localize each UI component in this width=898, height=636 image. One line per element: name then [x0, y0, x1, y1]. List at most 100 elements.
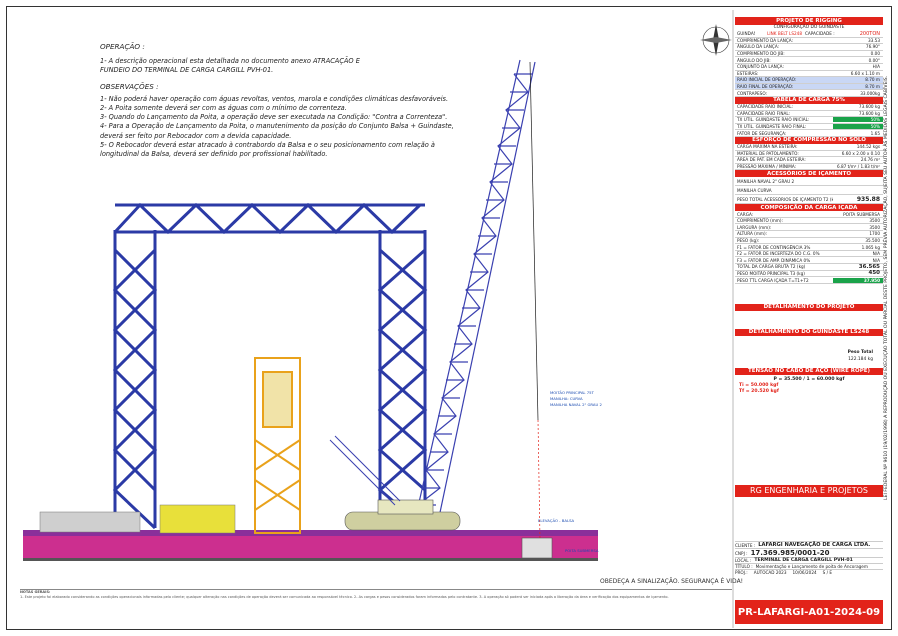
param-val: 8.70 m	[865, 84, 880, 90]
load-key: FATOR DE SEGURANÇA:	[737, 130, 787, 136]
client-label: CLIENTE :	[735, 542, 756, 548]
load-key: CAPACIDADE RAIO INICIAL:	[737, 104, 794, 110]
param-key: ÂNGULO DA LANÇA:	[737, 44, 780, 50]
soil-val: 6.60 x 2.00 x 0.10	[841, 150, 880, 156]
soil-val: 144.52 kgs	[856, 144, 880, 150]
accessory-total-label: PESO TOTAL ACESSÓRIOS DE IÇAMENTO T2 (kg…	[737, 196, 833, 202]
param-val: 0.00°	[868, 57, 880, 63]
crane-row: GUINDASTE: LINK BELT LS248 CAPACIDADE : …	[735, 31, 883, 38]
param-val: 33.53	[868, 37, 880, 43]
client-name: LAFARGI NAVEGAÇÃO DE CARGA LTDA.	[758, 542, 871, 548]
param-val: 6.60 x 1.10 m	[850, 70, 880, 76]
container-yellow	[159, 504, 236, 534]
accessory-item: MANILHA NAVAL 2" GRAU 2	[737, 178, 795, 184]
crane-detail-body: Peso Total 122.184 kg	[735, 336, 883, 368]
local-value: TERMINAL DE CARGA CARGILL PVH-01	[754, 558, 853, 563]
comp-val: 37.950	[833, 277, 883, 283]
param-key: ESTEIRAS:	[737, 70, 759, 76]
load-val: 1.65	[870, 130, 880, 136]
comp-val: POITA SUBMERSA	[843, 211, 880, 217]
notes-text: 1- Este projeto foi elaborado consideran…	[20, 594, 669, 599]
copyright-notice: LEI FEDERAL Nº 9610 (19/02/1998) A REPRO…	[884, 75, 889, 500]
compass-rose	[700, 24, 732, 56]
weight-total-label: Peso Total	[847, 349, 873, 355]
accessory-total: 935.88	[856, 195, 880, 203]
comp-key: PESO TTL CARGA IÇADA T=T1+T2	[737, 277, 809, 283]
param-key: COMPRIMENTO DA LANÇA:	[737, 37, 793, 43]
comp-key: CARGA:	[737, 211, 754, 217]
local-label: LOCAL :	[735, 558, 752, 563]
barge-deck	[23, 536, 598, 558]
barge-waterline	[23, 558, 598, 561]
project-value: AUTOCAD 2023	[753, 570, 787, 575]
label-shackle: MANILHA NAVAL 2" GRAU 2	[550, 402, 602, 407]
param-key: CONJUNTO DA LANÇA:	[737, 64, 784, 70]
title-label: TÍTULO :	[735, 564, 753, 569]
comp-key: ALTURA (mm):	[737, 231, 768, 237]
crawler-crane	[329, 435, 461, 531]
rigging-table: PROJETO DE RIGGING CONFIGURAÇÃO DO GUIND…	[735, 17, 883, 397]
comp-key: F1 = FATOR DE CONTINGÊNCIA 3%	[737, 244, 811, 250]
cnpj-value: 17.369.985/0001-20	[750, 549, 830, 557]
soil-val: 6.87 t/m² / 1.83 t/m²	[836, 163, 880, 169]
drawing-sheet: { "operation": { "heading": "OPERAÇÃO :"…	[0, 0, 898, 636]
project-label: PROJ.:	[735, 570, 748, 575]
crane-label: GUINDASTE:	[737, 31, 755, 37]
param-val: 33.000kg	[860, 90, 880, 96]
capacity-label: CAPACIDADE :	[805, 31, 835, 37]
accessory-item: MANILHA CURVA	[737, 187, 772, 193]
param-val: H/A	[872, 64, 880, 70]
soil-val: 24.76 m²	[860, 157, 880, 163]
poita-block	[521, 537, 553, 559]
load-val: 73.600 kg	[858, 110, 880, 116]
hoist-rope	[529, 61, 539, 421]
param-key: CONTRAPESO:	[737, 90, 767, 96]
comp-val: 3500	[869, 218, 880, 224]
comp-key: F2 = FATOR DE INCERTEZA DO C.G. 0%	[737, 251, 820, 257]
composition-header: COMPOSIÇÃO DA CARGA IÇADA	[735, 204, 883, 212]
load-val: 50%	[833, 117, 883, 123]
soil-key: ÁREA DE PAT. EM CADA ESTEIRA:	[737, 157, 806, 163]
cnpj-label: CNPJ :	[735, 550, 748, 556]
param-key: RAIO FINAL DE OPERAÇÃO:	[737, 84, 794, 90]
load-key: CAPACIDADE RAIO FINAL:	[737, 110, 791, 116]
project-detail-header: DETALHAMENTO DO PROJETO	[735, 303, 883, 311]
load-val: 50%	[833, 124, 883, 130]
comp-key: COMPRIMENTO (mm):	[737, 218, 783, 224]
crane-model: LINK BELT LS248	[767, 31, 802, 37]
comp-val: N/A	[872, 257, 880, 263]
project-detail-body	[735, 311, 883, 329]
comp-val: 1.065 kg	[861, 244, 880, 250]
label-poita: POITA SUBMERSA	[565, 548, 599, 553]
comp-val: 450	[868, 270, 880, 277]
signatures-area	[735, 497, 883, 541]
soil-header: ESFORÇO DE COMPRESSÃO NO SOLO	[735, 136, 883, 144]
crane-boom	[414, 59, 536, 523]
load-key: TX UTIL. GUINDASTE RAIO INICIAL:	[737, 117, 810, 123]
rigging-header: PROJETO DE RIGGING	[735, 17, 883, 25]
comp-key: PESO (kg):	[737, 237, 760, 243]
label-block: MOITÃO PRINCIPAL 75T MANILHA: CURVA MANI…	[550, 390, 630, 408]
title-value: Movimentação e Lançamento de poita de An…	[755, 564, 868, 569]
date-value: 10/06/2024	[792, 570, 817, 575]
accessories-header: ACESSÓRIOS DE IÇAMENTO	[735, 170, 883, 178]
param-key: COMPRIMENTO DO JIB:	[737, 51, 785, 57]
comp-val: 3500	[869, 224, 880, 230]
comp-key: TOTAL DA CARGA BRUTA T2 (kg)	[737, 264, 806, 270]
param-key: ÂNGULO DO JIB:	[737, 57, 771, 63]
load-table-header: TABELA DE CARGA 75%	[735, 96, 883, 104]
comp-val: 1700	[869, 231, 880, 237]
load-frame	[254, 357, 301, 534]
capacity-value: 200TON	[859, 30, 880, 37]
comp-val: 35.500	[865, 237, 880, 243]
load-key: TX UTIL. GUINDASTE RAIO FINAL:	[737, 124, 807, 130]
crane-detail-header: DETALHAMENTO DO GUINDASTE LS248	[735, 328, 883, 336]
soil-key: CARGA MÁXIMA NA ESTEIRA:	[737, 144, 798, 150]
rope-values: P = 35.500 / 1 = 60.000 kgf Ti = 50.000 …	[735, 375, 883, 397]
safety-message: OBEDEÇA A SINALIZAÇÃO. SEGURANÇA É VIDA!	[600, 578, 744, 585]
soil-key: MATERIAL DE PATOLAMENTO:	[737, 150, 799, 156]
param-val: 0.00	[870, 51, 880, 57]
comp-key: PESO MOITÃO PRINCIPAL T3 (kg)	[737, 270, 805, 276]
label-elev: ELEVAÇÃO - BALSA	[538, 518, 575, 523]
